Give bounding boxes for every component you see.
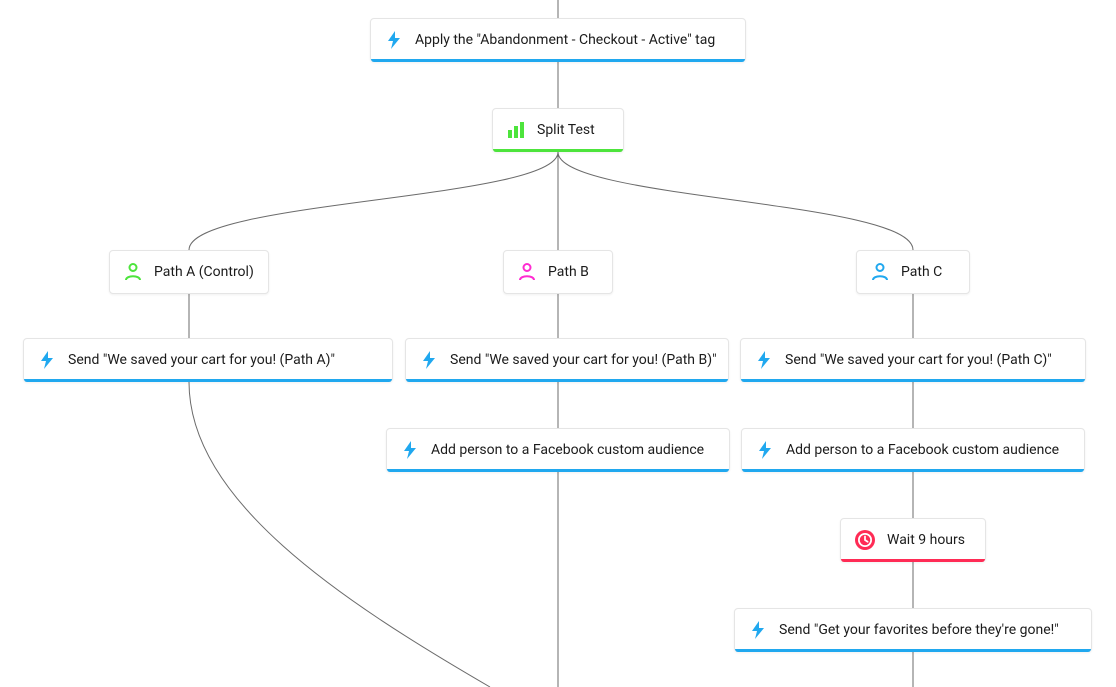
node-path-a[interactable]: Path A (Control) <box>109 250 269 294</box>
bolt-icon <box>755 351 773 369</box>
node-label: Add person to a Facebook custom audience <box>786 442 1059 458</box>
node-path-c[interactable]: Path C <box>856 250 970 294</box>
node-send-c[interactable]: Send "We saved your cart for you! (Path … <box>740 338 1086 382</box>
bolt-icon <box>756 441 774 459</box>
node-label: Send "We saved your cart for you! (Path … <box>785 352 1052 368</box>
node-label: Send "We saved your cart for you! (Path … <box>68 352 335 368</box>
node-send-c2[interactable]: Send "Get your favorites before they're … <box>734 608 1092 652</box>
node-label: Wait 9 hours <box>887 532 965 548</box>
node-label: Add person to a Facebook custom audience <box>431 442 704 458</box>
node-label: Send "Get your favorites before they're … <box>779 622 1059 638</box>
node-apply-tag[interactable]: Apply the "Abandonment - Checkout - Acti… <box>370 18 746 62</box>
node-send-a[interactable]: Send "We saved your cart for you! (Path … <box>23 338 393 382</box>
node-fb-audience-c[interactable]: Add person to a Facebook custom audience <box>741 428 1085 472</box>
node-split-test[interactable]: Split Test <box>492 108 624 152</box>
bolt-icon <box>38 351 56 369</box>
node-label: Path B <box>548 264 589 280</box>
bolt-icon <box>401 441 419 459</box>
node-label: Apply the "Abandonment - Checkout - Acti… <box>415 32 715 48</box>
bar-chart-icon <box>507 121 525 139</box>
node-label: Path A (Control) <box>154 264 254 280</box>
node-wait-c[interactable]: Wait 9 hours <box>840 518 986 562</box>
node-label: Send "We saved your cart for you! (Path … <box>450 352 717 368</box>
clock-icon <box>855 530 875 550</box>
node-label: Split Test <box>537 122 595 138</box>
node-fb-audience-b[interactable]: Add person to a Facebook custom audience <box>386 428 730 472</box>
person-icon <box>871 263 889 281</box>
person-icon <box>518 263 536 281</box>
node-path-b[interactable]: Path B <box>503 250 613 294</box>
bolt-icon <box>385 31 403 49</box>
node-label: Path C <box>901 264 942 280</box>
node-send-b[interactable]: Send "We saved your cart for you! (Path … <box>405 338 729 382</box>
bolt-icon <box>749 621 767 639</box>
person-icon <box>124 263 142 281</box>
bolt-icon <box>420 351 438 369</box>
